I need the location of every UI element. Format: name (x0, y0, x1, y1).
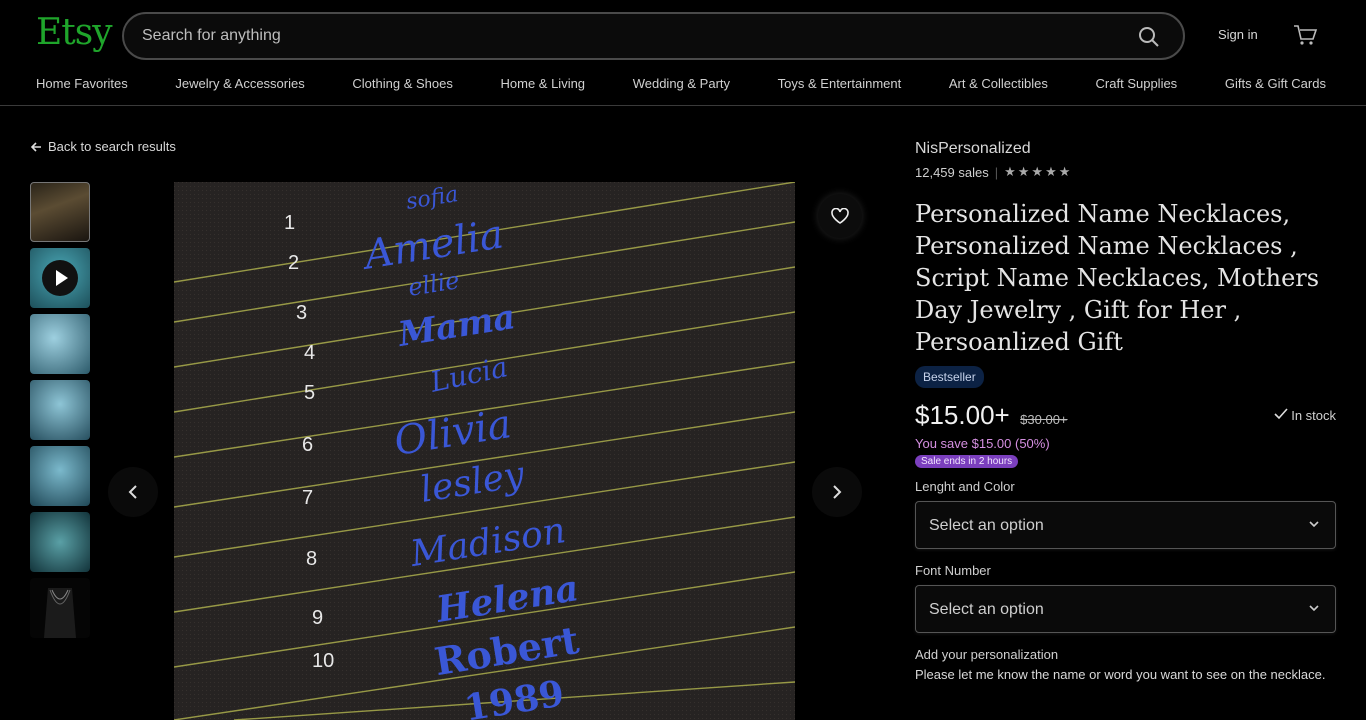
price-row: $15.00+ $30.00+ In stock (915, 400, 1336, 432)
savings-text: You save $15.00 (50%) (915, 436, 1050, 451)
thumbnail-6[interactable] (30, 512, 90, 572)
shop-sales-row: 12,459 sales | ★★★★★ (915, 164, 1336, 180)
name-pendant: sofia (404, 182, 460, 215)
sales-count: 12,459 sales (915, 164, 989, 180)
name-pendant: lesley (417, 454, 528, 511)
prev-image-button[interactable] (108, 467, 158, 517)
nav-item-clothing[interactable]: Clothing & Shoes (352, 76, 452, 91)
name-pendant: ellie (406, 266, 462, 302)
name-pendant: Madison (407, 510, 569, 575)
stock-status: In stock (1274, 408, 1336, 423)
shop-name-link[interactable]: NisPersonalized (915, 140, 1336, 158)
original-price: $30.00+ (1020, 412, 1068, 427)
nav-item-craft[interactable]: Craft Supplies (1096, 76, 1178, 91)
personalization-description: Please let me know the name or word you … (915, 667, 1326, 682)
main-product-image: 1 2 3 4 5 6 7 8 9 10 sofia Amelia ellie … (174, 182, 795, 720)
option2-label: Font Number (915, 563, 991, 578)
sign-in-link[interactable]: Sign in (1218, 27, 1258, 42)
favorite-button[interactable] (818, 194, 862, 238)
select-value: Select an option (929, 601, 1044, 618)
thumbnail-3[interactable] (30, 314, 90, 374)
thumbnail-5[interactable] (30, 446, 90, 506)
chevron-down-icon (1309, 605, 1319, 612)
thumbnail-video[interactable] (30, 248, 90, 308)
chevron-right-icon (833, 485, 842, 499)
thumbnail-7[interactable] (30, 578, 90, 638)
name-pendant: 1989 (461, 672, 567, 720)
current-price: $15.00+ (915, 400, 1010, 430)
back-link-label: Back to search results (48, 139, 176, 154)
nav-item-gifts[interactable]: Gifts & Gift Cards (1225, 76, 1326, 91)
back-to-search-link[interactable]: Back to search results (30, 139, 176, 154)
chevron-left-icon (128, 485, 137, 499)
sale-timer-badge: Sale ends in 2 hours (915, 455, 1019, 468)
heart-icon (831, 208, 849, 224)
necklace-model-image (44, 588, 76, 638)
category-nav: Home Favorites Jewelry & Accessories Clo… (36, 76, 1326, 91)
nav-item-home-living[interactable]: Home & Living (501, 76, 586, 91)
rating-stars[interactable]: ★★★★★ (1004, 164, 1072, 180)
search-input[interactable] (142, 24, 1122, 48)
name-pendant: Olivia (391, 401, 515, 465)
thumbnail-1[interactable] (30, 182, 90, 242)
select-value: Select an option (929, 517, 1044, 534)
checkmark-icon (1274, 408, 1288, 420)
length-color-select[interactable]: Select an option (915, 501, 1336, 549)
name-pendant: Mama (395, 297, 519, 355)
nav-item-wedding[interactable]: Wedding & Party (633, 76, 730, 91)
thumbnail-strip (30, 182, 90, 644)
chevron-down-icon (1309, 521, 1319, 528)
play-icon (42, 260, 78, 296)
nav-item-jewelry[interactable]: Jewelry & Accessories (175, 76, 304, 91)
etsy-logo[interactable]: Etsy (36, 12, 113, 53)
site-header: Etsy Sign in Home Favorites Jewelry & Ac… (0, 0, 1366, 106)
stock-label: In stock (1291, 408, 1336, 423)
font-number-select[interactable]: Select an option (915, 585, 1336, 633)
search-bar[interactable] (122, 12, 1185, 60)
divider: | (994, 164, 999, 180)
next-image-button[interactable] (812, 467, 862, 517)
name-pendant: Amelia (361, 211, 507, 279)
nav-item-art[interactable]: Art & Collectibles (949, 76, 1048, 91)
arrow-left-icon (30, 141, 41, 152)
thumbnail-4[interactable] (30, 380, 90, 440)
bestseller-badge: Bestseller (915, 366, 984, 388)
option1-label: Lenght and Color (915, 479, 1015, 494)
personalization-title: Add your personalization (915, 647, 1059, 662)
cart-icon[interactable] (1292, 22, 1318, 48)
search-icon[interactable] (1137, 25, 1161, 49)
nav-item-toys[interactable]: Toys & Entertainment (778, 76, 902, 91)
listing-info-panel: NisPersonalized 12,459 sales | ★★★★★ Per… (915, 140, 1336, 684)
nav-item-home-favorites[interactable]: Home Favorites (36, 76, 128, 91)
name-pendant: Lucia (427, 350, 511, 399)
listing-title: Personalized Name Necklaces, Personalize… (915, 200, 1320, 356)
necklace-name-labels: sofia Amelia ellie Mama Lucia Olivia les… (174, 182, 795, 720)
